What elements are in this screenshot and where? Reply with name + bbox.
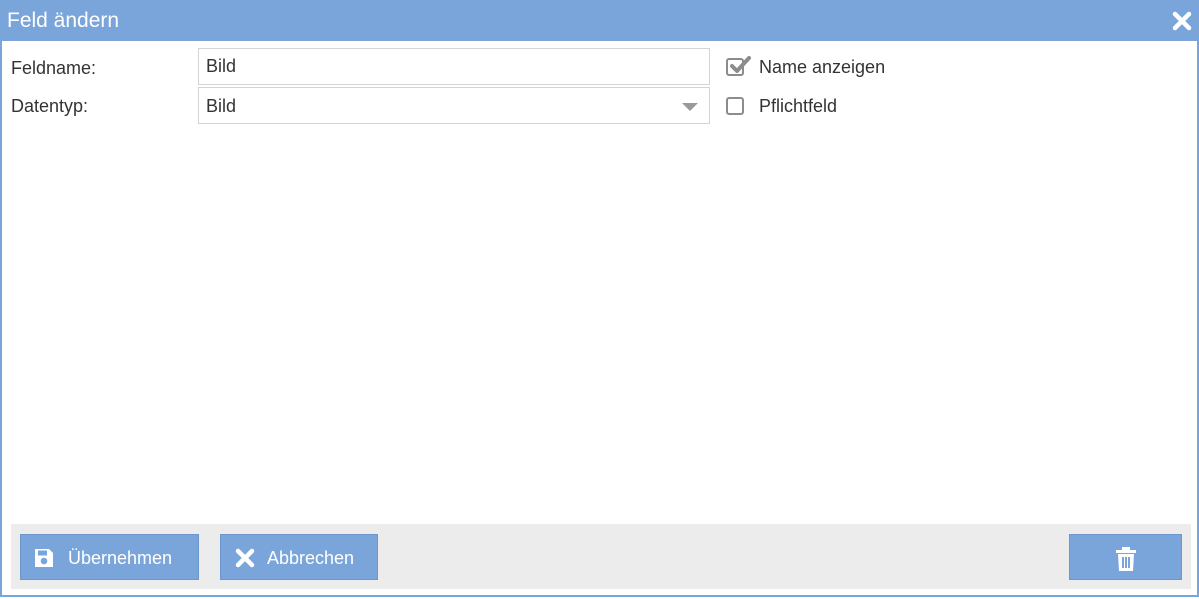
cancel-button[interactable]: Abbrechen — [220, 534, 378, 580]
show-name-checkbox-row[interactable]: Name anzeigen — [726, 56, 926, 80]
apply-label: Übernehmen — [68, 548, 173, 568]
show-name-checkbox[interactable] — [726, 56, 751, 76]
required-label: Pflichtfeld — [759, 96, 838, 116]
show-name-label: Name anzeigen — [759, 57, 886, 77]
chevron-down-icon — [682, 103, 698, 111]
x-icon — [235, 548, 255, 568]
cancel-label: Abbrechen — [267, 548, 355, 568]
close-icon — [1172, 11, 1192, 31]
trash-icon — [1116, 547, 1136, 571]
dialog-titlebar: Feld ändern — [0, 0, 1199, 41]
datatype-selected-value: Bild — [206, 96, 237, 116]
datatype-label: Datentyp: — [11, 96, 89, 116]
datatype-select[interactable]: Bild — [198, 87, 710, 124]
delete-button[interactable] — [1069, 534, 1182, 580]
fieldname-label: Feldname: — [11, 58, 97, 78]
apply-button[interactable]: Übernehmen — [20, 534, 199, 580]
fieldname-input[interactable] — [198, 48, 710, 85]
required-checkbox-row[interactable]: Pflichtfeld — [726, 96, 926, 119]
edit-field-dialog: Feld ändern Feldname: Datentyp: Bild Nam… — [0, 0, 1199, 597]
dialog-title: Feld ändern — [7, 9, 120, 32]
dialog-footer: Übernehmen Abbrechen — [11, 524, 1191, 589]
floppy-disk-icon — [35, 549, 53, 567]
close-button[interactable] — [1171, 10, 1193, 32]
checkmark-icon — [730, 56, 751, 73]
required-checkbox[interactable] — [726, 97, 744, 115]
